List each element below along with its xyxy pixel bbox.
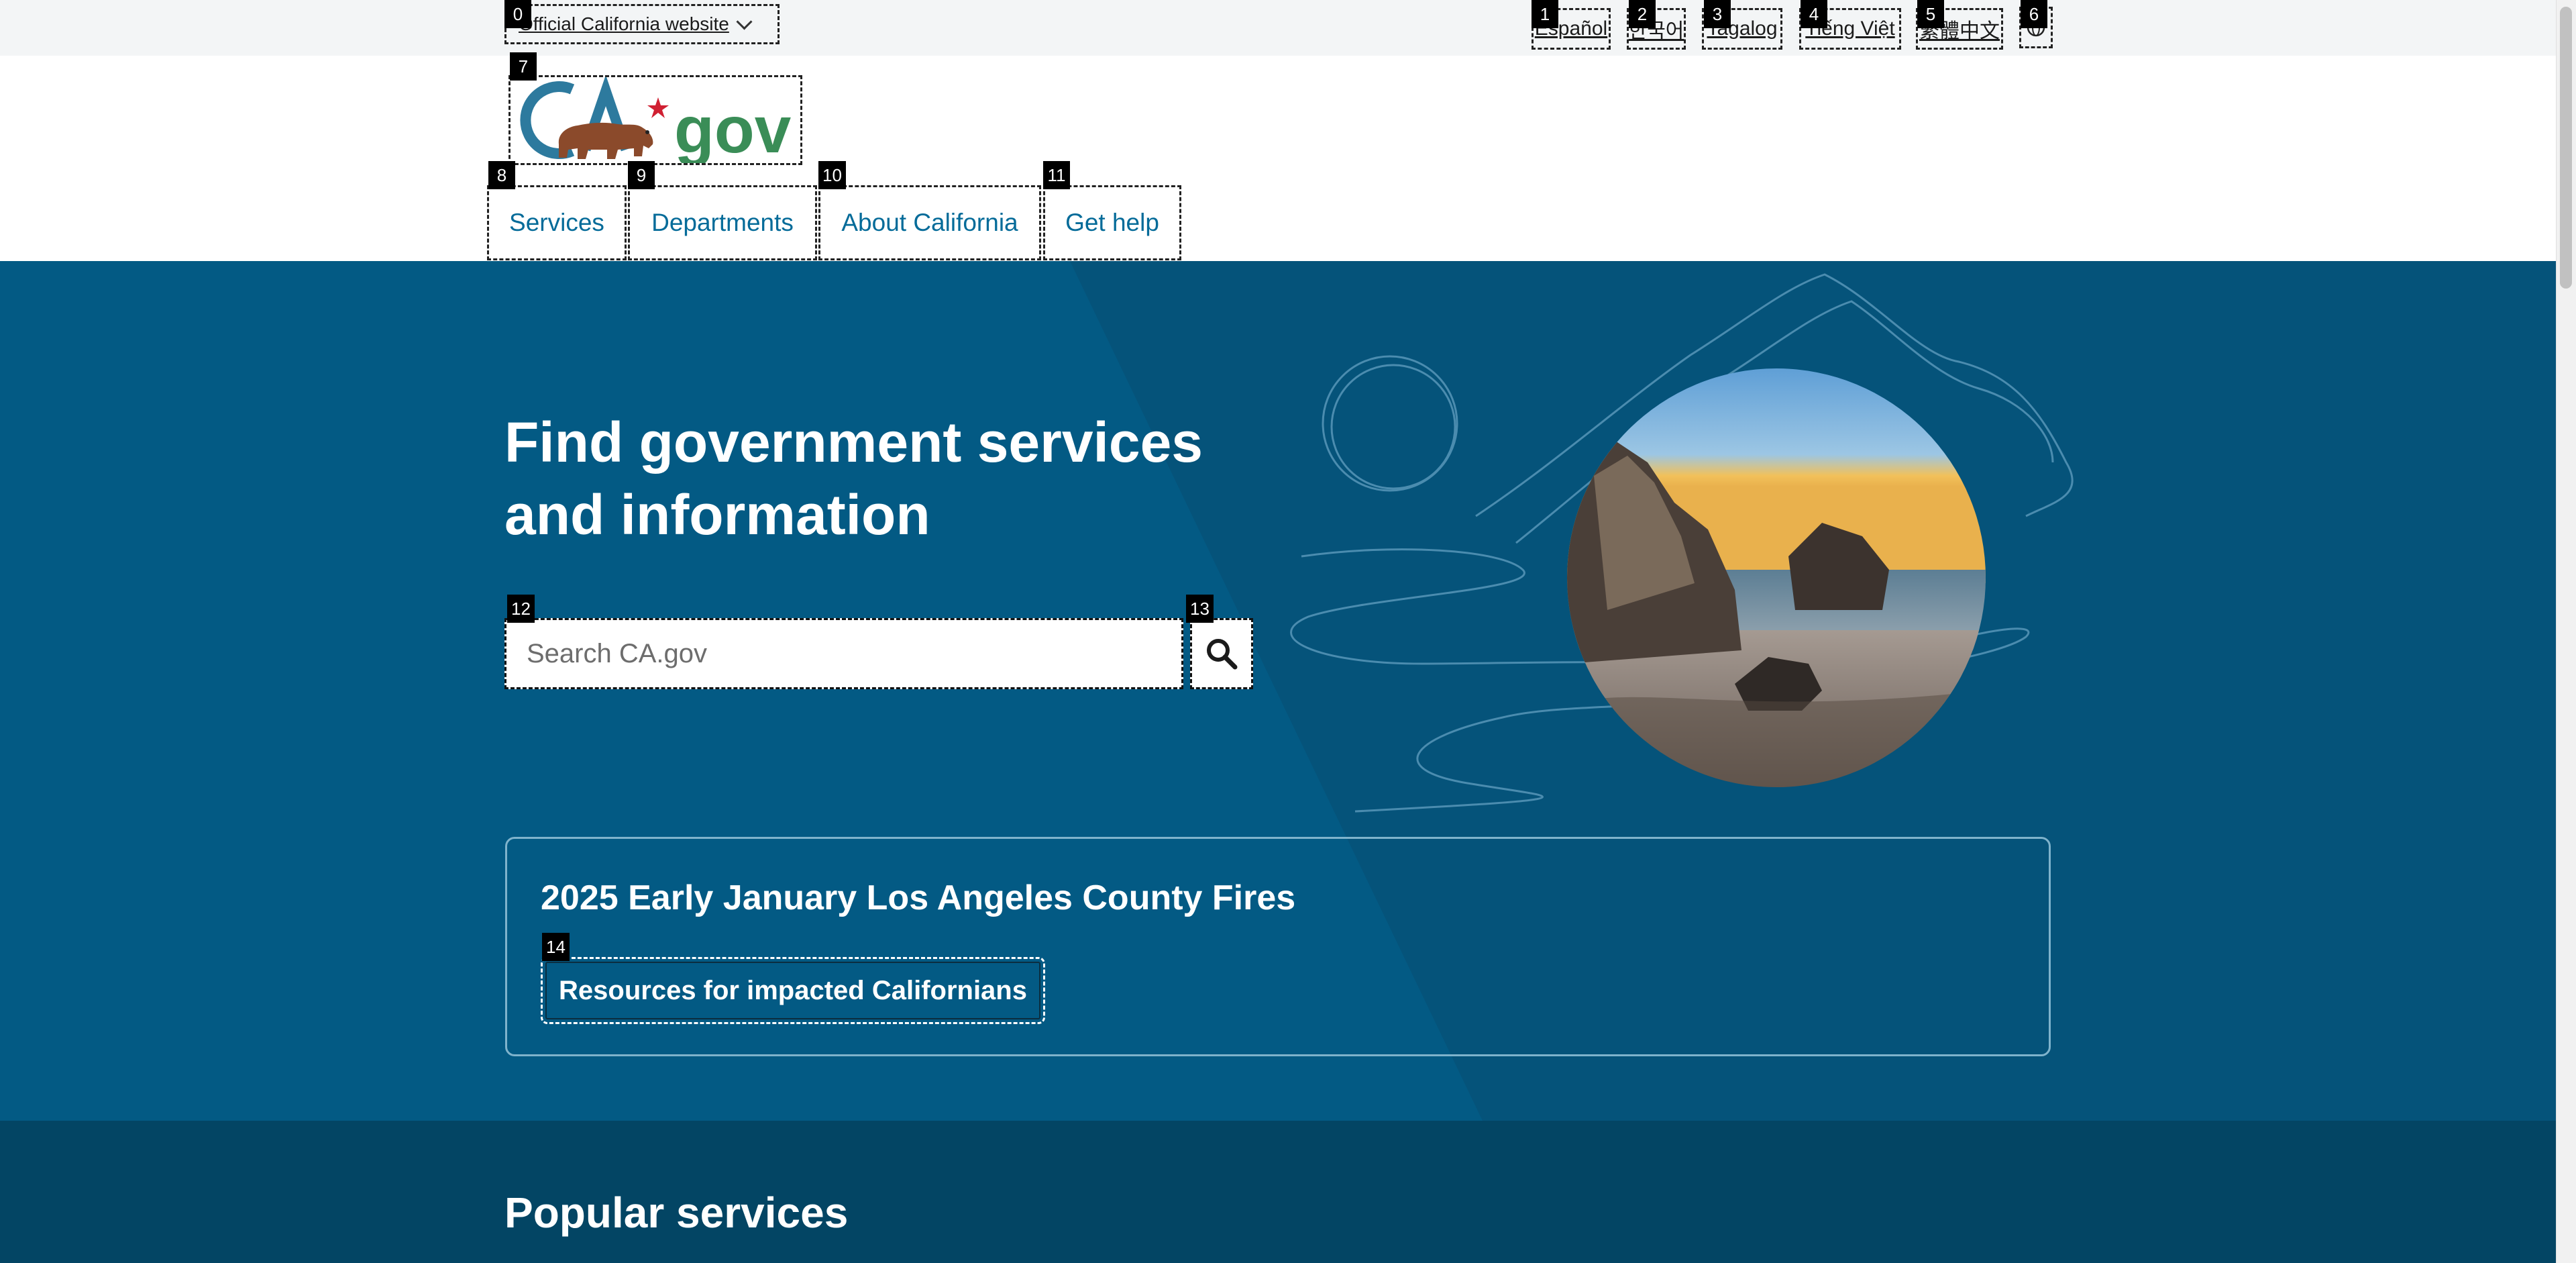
search-input[interactable] — [504, 618, 1183, 689]
annotation-tag: 9 — [628, 161, 655, 189]
utility-bar — [0, 0, 2556, 56]
annotation-tag: 3 — [1704, 0, 1731, 28]
alert-title: 2025 Early January Los Angeles County Fi… — [541, 878, 1296, 917]
nav-item-departments[interactable]: Departments — [628, 185, 817, 260]
site-header — [0, 56, 2556, 187]
annotation-tag: 11 — [1043, 161, 1070, 189]
scrollbar-thumb[interactable] — [2560, 7, 2572, 289]
popular-services-section: Popular services — [0, 1121, 2556, 1263]
nav-item-get-help[interactable]: Get help — [1043, 185, 1181, 260]
resources-button[interactable]: Resources for impacted Californians — [541, 957, 1045, 1024]
annotation-tag: 14 — [542, 933, 570, 961]
nav-item-services[interactable]: Services — [487, 185, 627, 260]
annotation-tag: 10 — [818, 161, 846, 189]
nav-item-about-california[interactable]: About California — [818, 185, 1041, 260]
svg-text:gov: gov — [674, 93, 792, 163]
hero-heading-line1: Find government services — [504, 411, 1203, 474]
hero-heading-line2: and information — [504, 483, 930, 546]
annotation-tag: 4 — [1801, 0, 1827, 28]
chevron-down-icon — [736, 13, 753, 30]
alert-banner: 2025 Early January Los Angeles County Fi… — [505, 837, 2051, 1056]
official-website-toggle[interactable]: Official California website — [504, 4, 780, 44]
hero-section: Find government services and information — [0, 261, 2556, 1121]
ca-gov-logo[interactable]: gov — [508, 74, 802, 166]
annotation-tag: 2 — [1629, 0, 1656, 28]
annotation-tag: 0 — [504, 0, 531, 28]
hero-heading: Find government services and information — [504, 406, 1242, 551]
annotation-tag: 7 — [510, 52, 537, 81]
hero-coastline-image — [1567, 368, 1986, 787]
annotation-tag: 1 — [1532, 0, 1558, 28]
search-button[interactable] — [1190, 618, 1253, 689]
popular-services-heading: Popular services — [504, 1189, 849, 1237]
annotation-tag: 6 — [2021, 0, 2047, 28]
main-nav — [0, 186, 2556, 261]
search-icon — [1207, 639, 1238, 670]
annotation-tag: 8 — [488, 161, 515, 189]
annotation-tag: 13 — [1186, 595, 1214, 623]
annotation-tag: 5 — [1917, 0, 1944, 28]
official-website-label: Official California website — [519, 13, 729, 34]
annotation-tag: 12 — [507, 595, 535, 623]
